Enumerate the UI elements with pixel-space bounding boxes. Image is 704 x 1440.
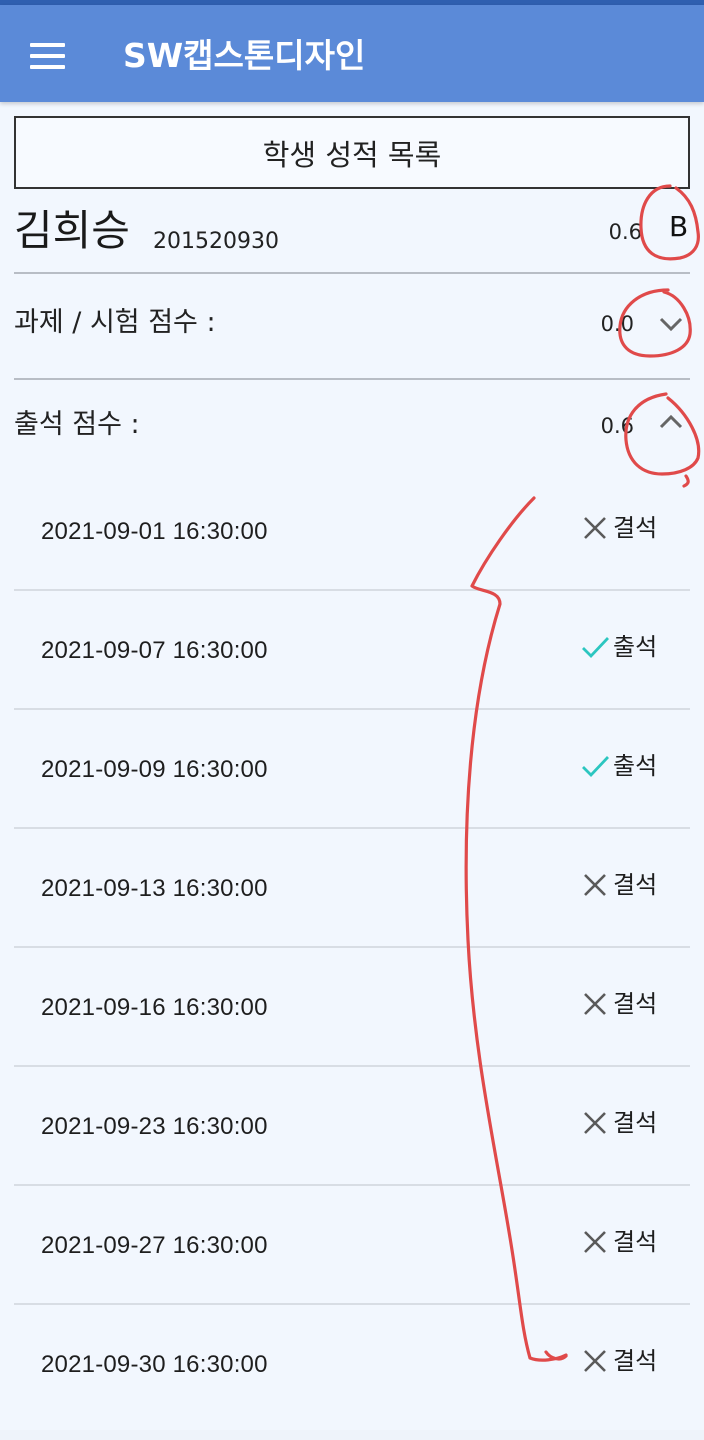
- student-id: 201520930: [153, 229, 279, 254]
- attendance-date: 2021-09-30 16:30:00: [41, 1351, 268, 1378]
- assignment-exam-score-label[interactable]: 과제 / 시험 점수 :: [14, 305, 216, 341]
- total-score: 0.6: [608, 220, 642, 244]
- bottom-edge: [0, 1430, 704, 1440]
- attendance-date: 2021-09-23 16:30:00: [41, 1113, 268, 1140]
- attendance-status: 결석: [581, 1107, 657, 1139]
- attendance-status: 결석: [581, 512, 657, 544]
- attendance-status-label: 결석: [613, 1347, 658, 1375]
- x-icon: [584, 517, 606, 539]
- x-icon: [584, 874, 606, 896]
- divider: [14, 378, 690, 380]
- attendance-date: 2021-09-13 16:30:00: [41, 875, 268, 902]
- attendance-status: 결석: [581, 869, 657, 901]
- check-icon: [582, 756, 609, 778]
- attendance-row: 2021-09-30 16:30:00 결석: [14, 1305, 690, 1424]
- attendance-status: 결석: [581, 1345, 657, 1377]
- attendance-score: 0.6: [600, 414, 634, 438]
- attendance-date: 2021-09-07 16:30:00: [41, 637, 268, 664]
- student-grade-list-button[interactable]: 학생 성적 목록: [14, 116, 690, 189]
- chevron-down-icon[interactable]: [657, 314, 685, 334]
- check-icon: [582, 637, 609, 659]
- x-icon: [584, 1112, 606, 1134]
- attendance-status: 출석: [581, 631, 657, 663]
- student-name: 김희승: [14, 206, 130, 255]
- attendance-status-label: 결석: [613, 990, 658, 1018]
- x-icon: [584, 1231, 606, 1253]
- attendance-date: 2021-09-16 16:30:00: [41, 994, 268, 1021]
- attendance-row: 2021-09-27 16:30:00 결석: [14, 1186, 690, 1305]
- attendance-row: 2021-09-23 16:30:00 결석: [14, 1067, 690, 1186]
- attendance-date: 2021-09-01 16:30:00: [41, 518, 268, 545]
- attendance-score-label[interactable]: 출석 점수 :: [14, 407, 140, 443]
- x-icon: [584, 993, 606, 1015]
- attendance-row: 2021-09-13 16:30:00 결석: [14, 829, 690, 948]
- menu-icon[interactable]: [30, 43, 65, 69]
- assignment-exam-score: 0.0: [600, 312, 634, 336]
- attendance-row: 2021-09-09 16:30:00 출석: [14, 710, 690, 829]
- attendance-status-label: 출석: [613, 752, 658, 780]
- app-title: SW캡스톤디자인: [123, 36, 366, 75]
- attendance-status-label: 결석: [613, 514, 658, 542]
- divider: [14, 272, 690, 274]
- attendance-status: 결석: [581, 988, 657, 1020]
- grade-letter: B: [669, 210, 689, 243]
- attendance-row: 2021-09-07 16:30:00 출석: [14, 591, 690, 710]
- attendance-status-label: 결석: [613, 1228, 658, 1256]
- attendance-status-label: 출석: [613, 633, 658, 661]
- chevron-up-icon[interactable]: [657, 412, 685, 432]
- attendance-status-label: 결석: [613, 1109, 658, 1137]
- attendance-date: 2021-09-27 16:30:00: [41, 1232, 268, 1259]
- app-bar: SW캡스톤디자인: [0, 5, 704, 102]
- x-icon: [584, 1350, 606, 1372]
- attendance-date: 2021-09-09 16:30:00: [41, 756, 268, 783]
- attendance-status-label: 결석: [613, 871, 658, 899]
- attendance-list: 2021-09-01 16:30:00 결석 2021-09-07 16:30:…: [14, 472, 690, 1424]
- attendance-row: 2021-09-16 16:30:00 결석: [14, 948, 690, 1067]
- attendance-status: 결석: [581, 1226, 657, 1258]
- attendance-row: 2021-09-01 16:30:00 결석: [14, 472, 690, 591]
- attendance-status: 출석: [581, 750, 657, 782]
